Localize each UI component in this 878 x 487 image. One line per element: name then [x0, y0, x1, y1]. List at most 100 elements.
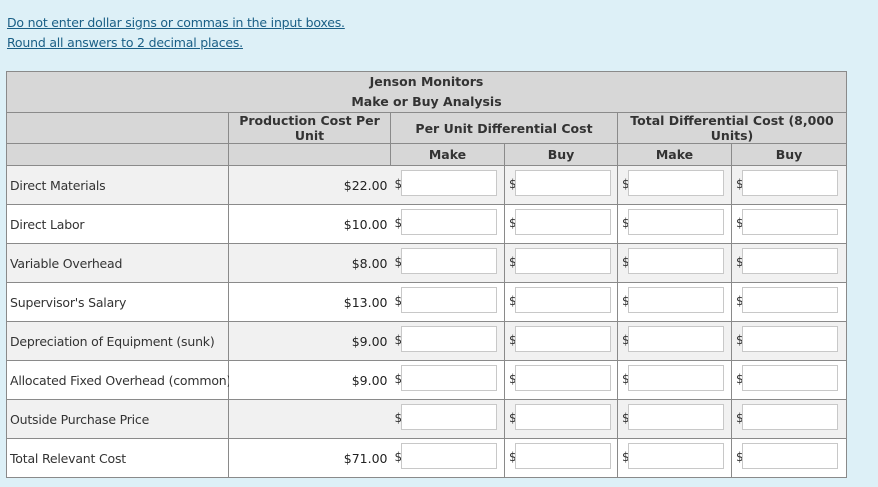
per-unit-make-cell: $ — [390, 360, 505, 400]
per-unit-buy-cell: $ — [504, 438, 618, 478]
production-cost-value: $13.00 — [343, 294, 388, 310]
total-buy-cell: $ — [730, 282, 848, 322]
subheader-blank — [6, 143, 229, 166]
total-make-cell: $ — [617, 438, 732, 478]
per-unit-buy-input[interactable] — [515, 209, 611, 235]
total-make-input[interactable] — [628, 365, 724, 391]
table-row: Supervisor's Salary $13.00 $ $ $ $ — [6, 282, 848, 322]
table-title: Jenson Monitors Make or Buy Analysis — [5, 71, 848, 113]
instruction-round-decimals: Round all answers to 2 decimal places. — [7, 35, 243, 50]
total-buy-input[interactable] — [742, 209, 838, 235]
total-buy-cell: $ — [730, 165, 848, 205]
row-label: Direct Labor — [6, 204, 229, 244]
subheader-total-buy: Buy — [730, 143, 848, 166]
per-unit-buy-cell: $ — [504, 321, 618, 361]
company-name: Jenson Monitors — [369, 74, 484, 89]
per-unit-buy-input[interactable] — [515, 326, 611, 352]
row-label: Variable Overhead — [6, 243, 229, 283]
per-unit-make-cell: $ — [390, 438, 505, 478]
per-unit-buy-cell: $ — [504, 243, 618, 283]
total-buy-cell: $ — [730, 399, 848, 439]
per-unit-make-cell: $ — [390, 243, 505, 283]
per-unit-make-cell: $ — [390, 321, 505, 361]
per-unit-make-input[interactable] — [400, 365, 497, 391]
per-unit-buy-cell: $ — [504, 204, 618, 244]
per-unit-buy-input[interactable] — [515, 443, 611, 469]
per-unit-make-cell: $ — [390, 165, 505, 205]
production-cost-cell: $9.00 — [228, 360, 391, 400]
total-make-cell: $ — [617, 243, 732, 283]
row-label: Depreciation of Equipment (sunk) — [6, 321, 229, 361]
total-make-cell: $ — [617, 321, 732, 361]
production-cost-cell: $8.00 — [228, 243, 391, 283]
per-unit-buy-input[interactable] — [515, 170, 611, 196]
total-make-input[interactable] — [628, 404, 724, 430]
total-buy-input[interactable] — [742, 170, 838, 196]
per-unit-make-input[interactable] — [400, 248, 497, 274]
production-cost-value: $9.00 — [351, 333, 388, 349]
per-unit-buy-cell: $ — [504, 399, 618, 439]
total-make-input[interactable] — [628, 248, 724, 274]
total-make-input[interactable] — [628, 287, 724, 313]
table-row: Depreciation of Equipment (sunk) $9.00 $ $ $… — [6, 321, 848, 361]
per-unit-buy-input[interactable] — [515, 248, 611, 274]
total-make-cell: $ — [617, 399, 732, 439]
total-make-input[interactable] — [628, 326, 724, 352]
total-buy-cell: $ — [730, 321, 848, 361]
instruction-no-dollar-signs: Do not enter dollar signs or commas in t… — [7, 15, 345, 30]
per-unit-make-input[interactable] — [400, 170, 497, 196]
header-per-unit-differential: Per Unit Differential Cost — [390, 112, 618, 144]
total-make-cell: $ — [617, 282, 732, 322]
row-label: Allocated Fixed Overhead (common) — [6, 360, 231, 400]
per-unit-make-input[interactable] — [400, 209, 497, 235]
total-make-input[interactable] — [628, 443, 724, 469]
header-blank — [6, 112, 229, 144]
per-unit-make-cell: $ — [390, 399, 505, 439]
production-cost-cell — [228, 399, 391, 439]
per-unit-buy-input[interactable] — [515, 365, 611, 391]
per-unit-make-input[interactable] — [400, 326, 497, 352]
per-unit-buy-cell: $ — [504, 165, 618, 205]
make-or-buy-table: Jenson Monitors Make or Buy Analysis Pro… — [5, 71, 848, 478]
row-label: Total Relevant Cost — [6, 438, 229, 478]
subheader-blank-2 — [228, 143, 391, 166]
analysis-title: Make or Buy Analysis — [351, 94, 502, 109]
total-buy-input[interactable] — [742, 365, 838, 391]
row-label: Supervisor's Salary — [6, 282, 229, 322]
total-buy-cell: $ — [730, 360, 848, 400]
total-make-input[interactable] — [628, 209, 724, 235]
total-make-cell: $ — [617, 165, 732, 205]
total-make-cell: $ — [617, 204, 732, 244]
production-cost-cell: $9.00 — [228, 321, 391, 361]
per-unit-make-cell: $ — [390, 282, 505, 322]
per-unit-make-cell: $ — [390, 204, 505, 244]
per-unit-make-input[interactable] — [400, 443, 497, 469]
subheader-total-make: Make — [617, 143, 732, 166]
total-buy-input[interactable] — [742, 443, 838, 469]
total-make-input[interactable] — [628, 170, 724, 196]
header-production-cost: Production Cost Per Unit — [228, 112, 391, 144]
total-buy-input[interactable] — [742, 326, 838, 352]
per-unit-buy-input[interactable] — [515, 287, 611, 313]
per-unit-make-input[interactable] — [400, 404, 497, 430]
production-cost-cell: $10.00 — [228, 204, 391, 244]
production-cost-cell: $22.00 — [228, 165, 391, 205]
row-label: Direct Materials — [6, 165, 229, 205]
table-row: Direct Materials $22.00 $ $ $ $ — [6, 165, 848, 205]
total-buy-input[interactable] — [742, 404, 838, 430]
production-cost-value: $9.00 — [351, 372, 388, 388]
production-cost-cell: $71.00 — [228, 438, 391, 478]
per-unit-buy-input[interactable] — [515, 404, 611, 430]
total-buy-input[interactable] — [742, 248, 838, 274]
table-row: Allocated Fixed Overhead (common) $9.00 $ $… — [6, 360, 848, 400]
per-unit-buy-cell: $ — [504, 360, 618, 400]
table-row: Direct Labor $10.00 $ $ $ $ — [6, 204, 848, 244]
production-cost-value: $10.00 — [343, 216, 388, 232]
total-buy-input[interactable] — [742, 287, 838, 313]
per-unit-buy-cell: $ — [504, 282, 618, 322]
production-cost-value: $22.00 — [343, 177, 388, 193]
subheader-per-unit-buy: Buy — [504, 143, 618, 166]
table-row: Outside Purchase Price $ $ $ $ — [6, 399, 848, 439]
per-unit-make-input[interactable] — [400, 287, 497, 313]
table-row: Total Relevant Cost $71.00 $ $ $ $ — [6, 438, 848, 478]
